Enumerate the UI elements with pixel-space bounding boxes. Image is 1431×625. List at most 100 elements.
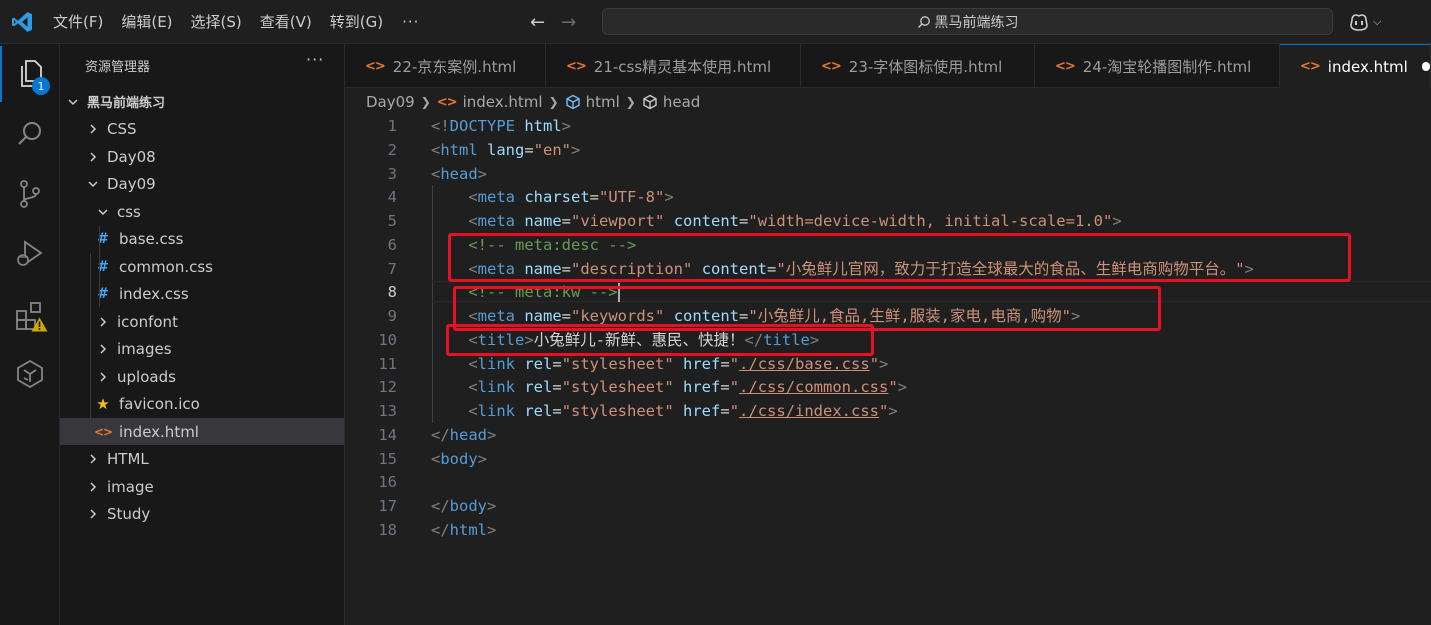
activity-remote[interactable] <box>0 346 60 402</box>
code-token: rel <box>524 354 553 373</box>
unsaved-dot-icon[interactable] <box>1421 62 1430 71</box>
line-number: 13 <box>378 402 397 420</box>
code-token: html <box>524 117 562 135</box>
tree-folder[interactable]: image <box>60 473 344 500</box>
back-arrow-icon[interactable]: ← <box>530 12 545 33</box>
command-center-label: 黑马前端练习 <box>934 14 1019 31</box>
activity-run-debug[interactable] <box>0 226 60 282</box>
code-token: link <box>477 354 515 373</box>
code-line[interactable]: 12 <link rel="stylesheet" href="./css/co… <box>345 376 1431 400</box>
tree-folder[interactable]: Day08 <box>60 143 344 170</box>
code-editor[interactable]: 1 <!DOCTYPE html> 2 <html lang="en"> 3 <head>… <box>345 114 1431 625</box>
tree-file[interactable]: # base.css <box>60 226 344 253</box>
menu-item[interactable]: 文件(F) <box>44 0 112 44</box>
code-content: <link rel="stylesheet" href="./css/base.… <box>431 353 888 377</box>
code-line[interactable]: 3 <head> <box>345 163 1431 187</box>
code-line[interactable]: 17 </body> <box>345 495 1431 519</box>
tree-file[interactable]: ★ favicon.ico <box>60 391 344 418</box>
chevron-right-icon: ❯ <box>625 95 636 109</box>
code-line[interactable]: 15 <body> <box>345 448 1431 472</box>
code-line[interactable]: 1 <!DOCTYPE html> <box>345 115 1431 139</box>
code-token: < <box>468 354 478 373</box>
command-center-search[interactable]: 黑马前端练习 <box>602 8 1333 35</box>
code-line[interactable]: 5 <meta name="viewport" content="width=d… <box>345 210 1431 234</box>
code-token: = <box>720 354 730 373</box>
activity-extensions[interactable] <box>0 288 60 344</box>
code-token: </ <box>431 425 450 444</box>
explorer-sidebar: 资源管理器 ··· 黑马前端练习 CSS Day08 Day09 css # base.cs… <box>60 44 345 625</box>
line-number: 7 <box>387 259 397 278</box>
code-line[interactable]: 13 <link rel="stylesheet" href="./css/in… <box>345 400 1431 424</box>
code-line[interactable]: 11 <link rel="stylesheet" href="./css/ba… <box>345 353 1431 377</box>
breadcrumb-html[interactable]: html <box>586 93 620 111</box>
code-token: " <box>729 402 740 420</box>
editor-tab[interactable]: <> 21-css精灵基本使用.html <box>546 44 801 88</box>
code-token: > <box>571 140 581 159</box>
tree-folder[interactable]: Day09 <box>60 171 344 198</box>
menu-item[interactable]: 编辑(E) <box>112 0 181 44</box>
forward-arrow-icon[interactable]: → <box>561 12 576 33</box>
editor-tab[interactable]: <> index.html <box>1280 44 1431 88</box>
code-line[interactable]: 16 <box>345 471 1431 495</box>
code-token: href <box>683 378 721 397</box>
code-token: ./css/common.css <box>739 378 889 397</box>
line-number: 14 <box>378 425 397 444</box>
menu-more-button[interactable]: ··· <box>392 13 429 31</box>
copilot-button[interactable]: ⌵ <box>1348 11 1388 33</box>
explorer-more-button[interactable]: ··· <box>306 50 324 69</box>
line-number: 11 <box>378 354 397 373</box>
warning-icon <box>31 317 48 332</box>
line-number: 3 <box>387 164 397 183</box>
tree-folder[interactable]: iconfont <box>60 308 344 335</box>
activity-source-control[interactable] <box>0 166 60 222</box>
editor-tabs: <> 22-京东案例.html <> 21-css精灵基本使用.html <> 23-字体… <box>345 44 1431 88</box>
tree-folder[interactable]: css <box>60 198 344 225</box>
tree-file[interactable]: # common.css <box>60 253 344 280</box>
tree-folder[interactable]: uploads <box>60 363 344 390</box>
code-token: lang <box>487 140 525 159</box>
code-line[interactable]: 2 <html lang="en"> <box>345 139 1431 163</box>
code-line[interactable]: 4 <meta charset="UTF-8"> <box>345 186 1431 210</box>
code-line[interactable]: 18 </html> <box>345 519 1431 543</box>
tree-item-label: CSS <box>107 120 137 138</box>
line-number: 1 <box>387 117 397 135</box>
code-token: = <box>720 402 730 420</box>
breadcrumb: Day09 ❯ <> index.html ❯ html ❯ head <box>366 90 700 114</box>
activity-explorer[interactable]: 1 <box>0 46 60 102</box>
code-line[interactable]: 14 </head> <box>345 424 1431 448</box>
editor-tab[interactable]: <> 22-京东案例.html <box>345 44 546 88</box>
tree-folder[interactable]: CSS <box>60 116 344 143</box>
menu-item[interactable]: 查看(V) <box>251 0 321 44</box>
tree-file[interactable]: <> index.html <box>60 418 344 445</box>
chevron-right-icon <box>85 123 101 135</box>
code-token: > <box>487 497 497 515</box>
html-element-icon <box>565 94 580 110</box>
remote-icon <box>17 359 43 389</box>
code-token: = <box>561 212 572 230</box>
code-token: > <box>664 188 674 207</box>
menu-item[interactable]: 选择(S) <box>182 0 251 44</box>
breadcrumb-file[interactable]: index.html <box>463 93 543 111</box>
editor-tab[interactable]: <> 24-淘宝轮播图制作.html <box>1035 44 1280 88</box>
tree-folder[interactable]: images <box>60 336 344 363</box>
chevron-down-icon <box>95 206 111 218</box>
tree-file[interactable]: # index.css <box>60 281 344 308</box>
activity-search[interactable] <box>0 106 60 162</box>
tree-folder[interactable]: HTML <box>60 446 344 473</box>
menu-item[interactable]: 转到(G) <box>321 0 392 44</box>
editor-tab[interactable]: <> 23-字体图标使用.html <box>801 44 1035 88</box>
tab-label: index.html <box>1327 57 1408 76</box>
code-token: < <box>431 164 441 183</box>
line-number: 17 <box>378 497 397 515</box>
chevron-right-icon: ❯ <box>420 95 431 109</box>
breadcrumb-folder[interactable]: Day09 <box>366 93 415 111</box>
breadcrumb-head[interactable]: head <box>663 93 700 111</box>
code-token: content <box>673 212 740 230</box>
tree-folder[interactable]: Study <box>60 501 344 528</box>
tree-root-folder[interactable]: 黑马前端练习 <box>60 88 344 115</box>
